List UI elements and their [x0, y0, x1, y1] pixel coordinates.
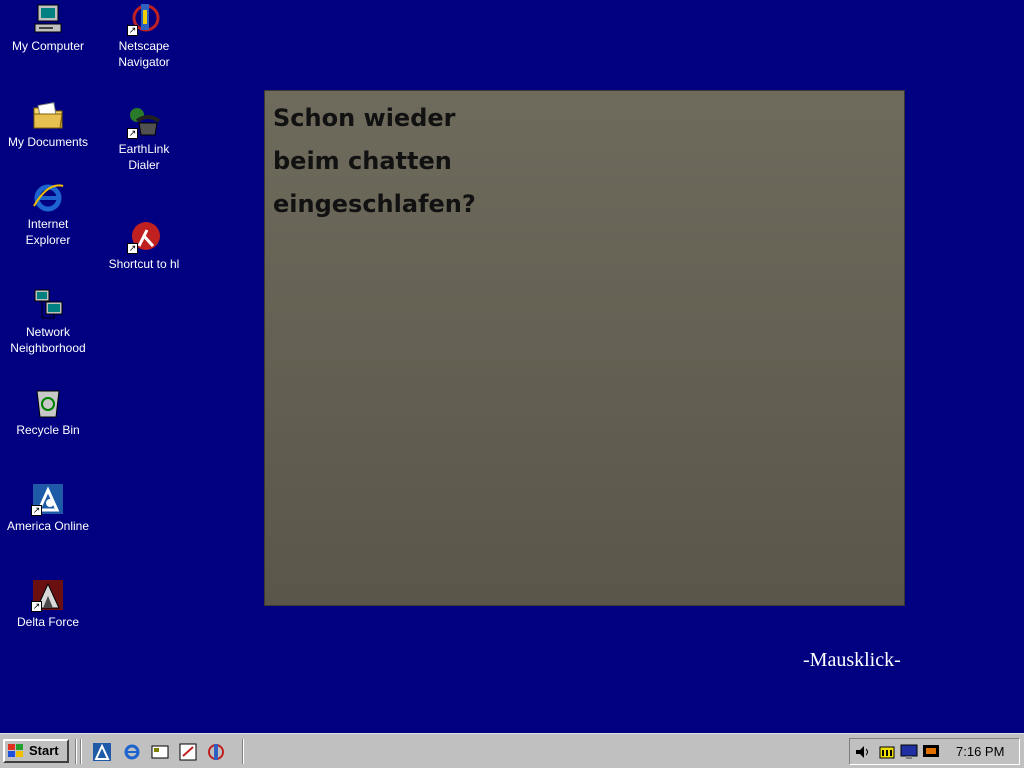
netscape-icon: ↗ [127, 2, 161, 36]
monitor-icon[interactable] [900, 743, 918, 761]
desktop-icon-label: Delta Force [16, 615, 80, 629]
wallpaper-caption: Schon wieder beim chatten eingeschlafen? [273, 104, 476, 218]
system-tray: 7:16 PM [849, 738, 1020, 765]
desktop-icon-internet-explorer[interactable]: Internet Explorer [0, 180, 96, 248]
desktop-icon-my-documents[interactable]: My Documents [0, 98, 96, 150]
taskbar: Start 7:16 PM [0, 733, 1024, 768]
start-button[interactable]: Start [3, 739, 69, 763]
desktop-icon-recycle-bin[interactable]: Recycle Bin [0, 386, 96, 438]
quick-launch-desktop-icon[interactable] [150, 742, 170, 762]
desktop-icon-label: My Computer [11, 39, 85, 53]
desktop-icon-label: Network Neighborhood [10, 325, 86, 355]
toolbar-separator [80, 739, 82, 764]
desktop-icon-label: Internet Explorer [25, 217, 71, 247]
delta-force-icon: ↗ [31, 578, 65, 612]
wallpaper-signature: -Mausklick- [803, 649, 901, 671]
volume-icon[interactable] [854, 743, 872, 761]
network-icon [31, 288, 65, 322]
recycle-bin-icon [31, 386, 65, 420]
shortcut-arrow-icon: ↗ [127, 25, 138, 36]
shortcut-arrow-icon: ↗ [127, 128, 138, 139]
task-scheduler-icon[interactable] [878, 743, 896, 761]
desktop-icon-label: Netscape Navigator [118, 39, 170, 69]
clock[interactable]: 7:16 PM [956, 744, 1004, 759]
desktop-icon-shortcut-to-hl[interactable]: ↗ Shortcut to hl [96, 220, 192, 272]
shortcut-arrow-icon: ↗ [127, 243, 138, 254]
desktop-icon-label: Shortcut to hl [108, 257, 180, 271]
quick-launch-netscape-icon[interactable] [206, 742, 226, 762]
desktop-icon-label: America Online [6, 519, 90, 533]
desktop-icon-my-computer[interactable]: My Computer [0, 2, 96, 54]
desktop-icon-netscape-navigator[interactable]: ↗ Netscape Navigator [96, 2, 192, 70]
wallpaper-image: Schon wieder beim chatten eingeschlafen? [264, 90, 905, 606]
phone-icon: ↗ [127, 105, 161, 139]
toolbar-separator [75, 739, 77, 764]
shortcut-arrow-icon: ↗ [31, 505, 42, 516]
aol-icon: ↗ [31, 482, 65, 516]
shortcut-arrow-icon: ↗ [31, 601, 42, 612]
toolbar-separator [242, 739, 244, 764]
folder-icon [31, 98, 65, 132]
desktop-icon-delta-force[interactable]: ↗ Delta Force [0, 578, 96, 630]
quick-launch-internet-explorer-icon[interactable] [122, 742, 142, 762]
start-label: Start [29, 743, 59, 758]
display-icon[interactable] [922, 743, 940, 761]
desktop-icon-label: EarthLink Dialer [118, 142, 170, 172]
desktop-icon-label: My Documents [7, 135, 89, 149]
desktop: My Computer My Documents Internet Explor… [0, 0, 1024, 733]
desktop-icon-earthlink-dialer[interactable]: ↗ EarthLink Dialer [96, 105, 192, 173]
quick-launch-aol-icon[interactable] [92, 742, 112, 762]
desktop-icon-label: Recycle Bin [16, 423, 80, 437]
desktop-icon-network-neighborhood[interactable]: Network Neighborhood [0, 288, 96, 356]
half-life-icon: ↗ [127, 220, 161, 254]
quick-launch-channels-icon[interactable] [178, 742, 198, 762]
computer-icon [31, 2, 65, 36]
desktop-icon-america-online[interactable]: ↗ America Online [0, 482, 96, 534]
internet-explorer-icon [31, 180, 65, 214]
windows-logo-icon [8, 744, 24, 758]
